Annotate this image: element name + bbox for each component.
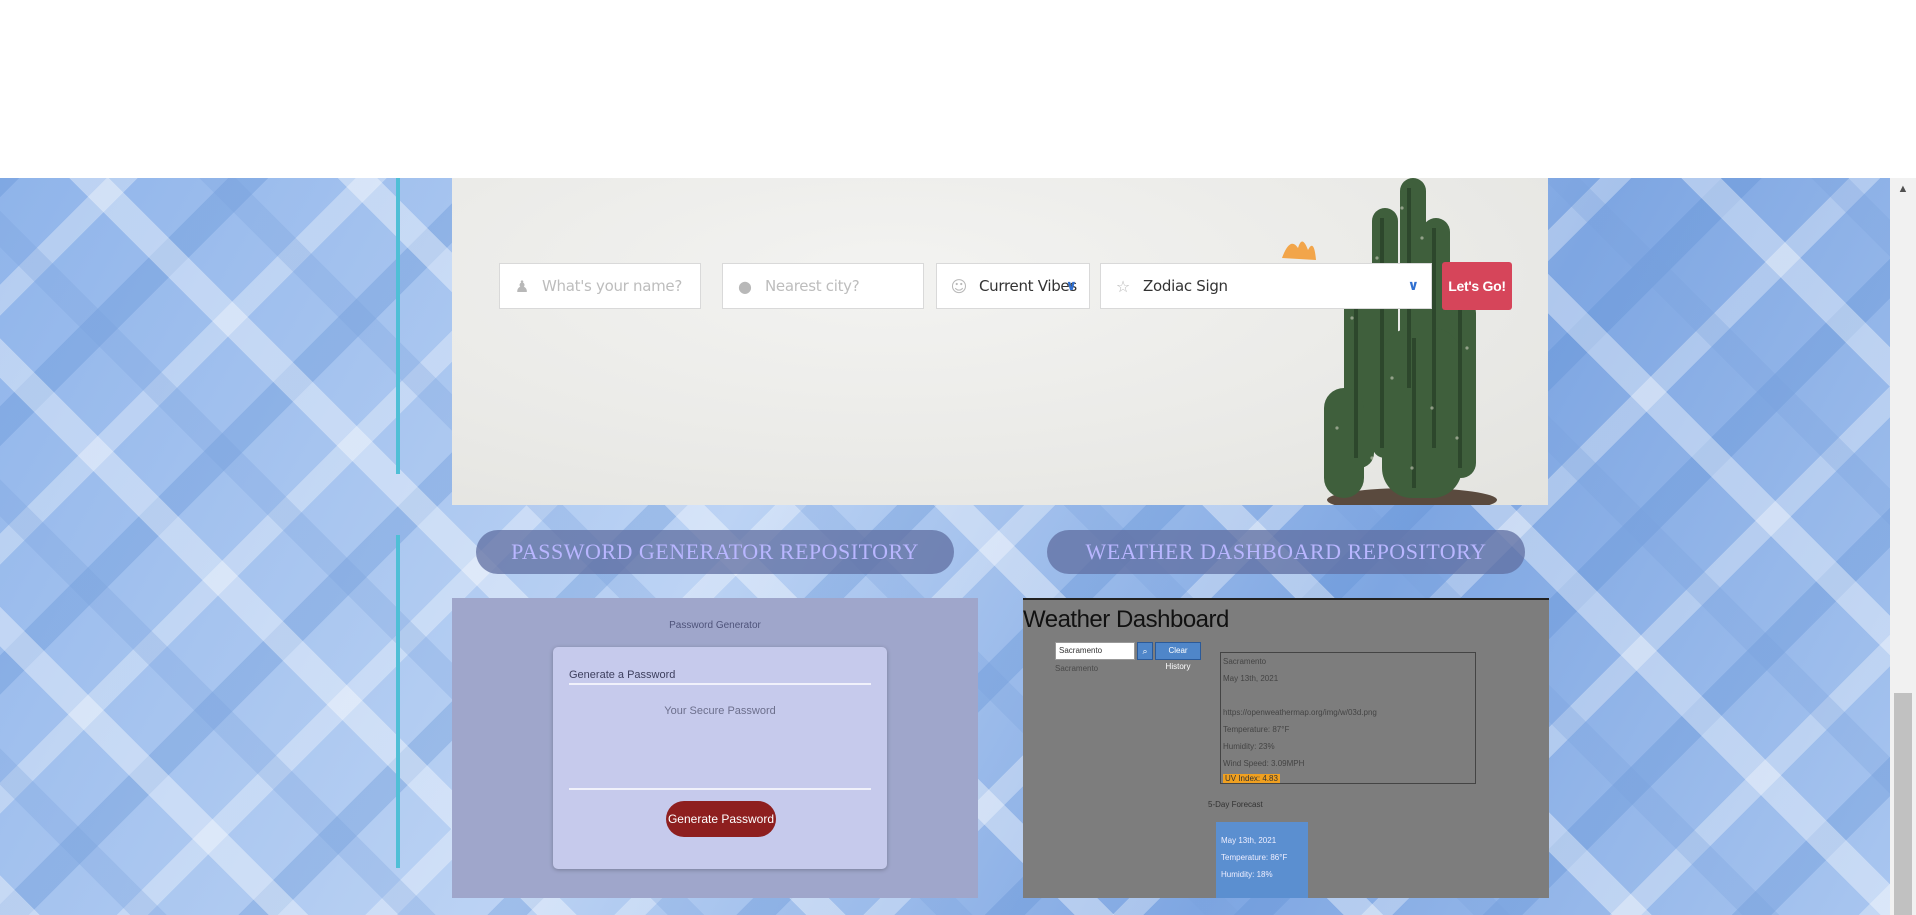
current-wind: Wind Speed: 3.09MPH <box>1223 759 1305 768</box>
preview-title: Weather Dashboard <box>1023 606 1229 633</box>
lets-go-button[interactable]: Let's Go! <box>1442 262 1512 310</box>
history-item: Sacramento <box>1055 664 1099 673</box>
current-date: May 13th, 2021 <box>1223 674 1279 683</box>
name-placeholder: What's your name? <box>542 277 683 295</box>
weather-icon-url: https://openweathermap.org/img/w/03d.png <box>1223 708 1377 717</box>
chevron-down-icon: ∨ <box>1407 278 1419 294</box>
current-humidity: Humidity: 23% <box>1223 742 1275 751</box>
timeline-line <box>396 535 400 868</box>
current-temperature: Temperature: 87°F <box>1223 725 1290 734</box>
divider <box>569 683 871 685</box>
forecast-date: May 13th, 2021 <box>1221 836 1277 845</box>
city-input[interactable]: ● Nearest city? <box>722 263 924 309</box>
password-generator-preview[interactable]: Password Generator Generate a Password Y… <box>452 598 978 898</box>
password-generator-repo-link[interactable]: PASSWORD GENERATOR REPOSITORY <box>476 530 954 574</box>
current-city: Sacramento <box>1223 657 1267 666</box>
timeline-line <box>396 178 400 474</box>
preview-header: Password Generator <box>669 620 761 631</box>
preview-card: Generate a Password Your Secure Password… <box>553 647 887 869</box>
uv-index-badge: UV Index: 4.83 <box>1223 774 1280 783</box>
divider <box>569 788 871 790</box>
star-icon: ☆ <box>1115 276 1131 296</box>
chevron-down-icon: ∨ <box>1065 278 1077 294</box>
search-icon: ⌕ <box>1137 642 1153 660</box>
forecast-humidity: Humidity: 18% <box>1221 870 1273 879</box>
forecast-card: May 13th, 2021 Temperature: 86°F Humidit… <box>1216 822 1308 898</box>
person-icon: ♟ <box>514 276 530 296</box>
clear-history-button: Clear History <box>1155 642 1201 671</box>
globe-icon: ● <box>738 276 752 296</box>
cactus-image <box>1282 178 1497 505</box>
weather-dashboard-preview[interactable]: Weather Dashboard Sacramento ⌕ Clear His… <box>1023 598 1549 898</box>
scroll-up-arrow-icon[interactable]: ▲ <box>1890 178 1916 200</box>
zodiac-value: Zodiac Sign <box>1143 277 1228 295</box>
zodiac-select[interactable]: ☆ Zodiac Sign ∨ <box>1100 263 1432 309</box>
project-preview-form: ♟ What's your name? ● Nearest city? ☺ Cu… <box>452 178 1548 505</box>
city-search-field: Sacramento <box>1055 642 1135 660</box>
forecast-temperature: Temperature: 86°F <box>1221 853 1288 862</box>
password-output: Your Secure Password <box>664 705 776 717</box>
name-input[interactable]: ♟ What's your name? <box>499 263 701 309</box>
generate-password-button: Generate Password <box>666 801 776 837</box>
forecast-title: 5-Day Forecast <box>1208 800 1263 809</box>
city-placeholder: Nearest city? <box>765 277 860 295</box>
current-weather-box: Sacramento May 13th, 2021 https://openwe… <box>1220 652 1476 784</box>
vibes-value: Current Vibes <box>979 277 1077 295</box>
smiley-icon: ☺ <box>950 276 968 296</box>
card-title: Generate a Password <box>569 669 676 681</box>
scrollbar-thumb[interactable] <box>1894 693 1912 915</box>
top-header-area <box>0 0 1916 178</box>
weather-dashboard-repo-link[interactable]: WEATHER DASHBOARD REPOSITORY <box>1047 530 1525 574</box>
vibes-select[interactable]: ☺ Current Vibes ∨ <box>936 263 1090 309</box>
vertical-scrollbar[interactable]: ▲ <box>1890 178 1916 915</box>
